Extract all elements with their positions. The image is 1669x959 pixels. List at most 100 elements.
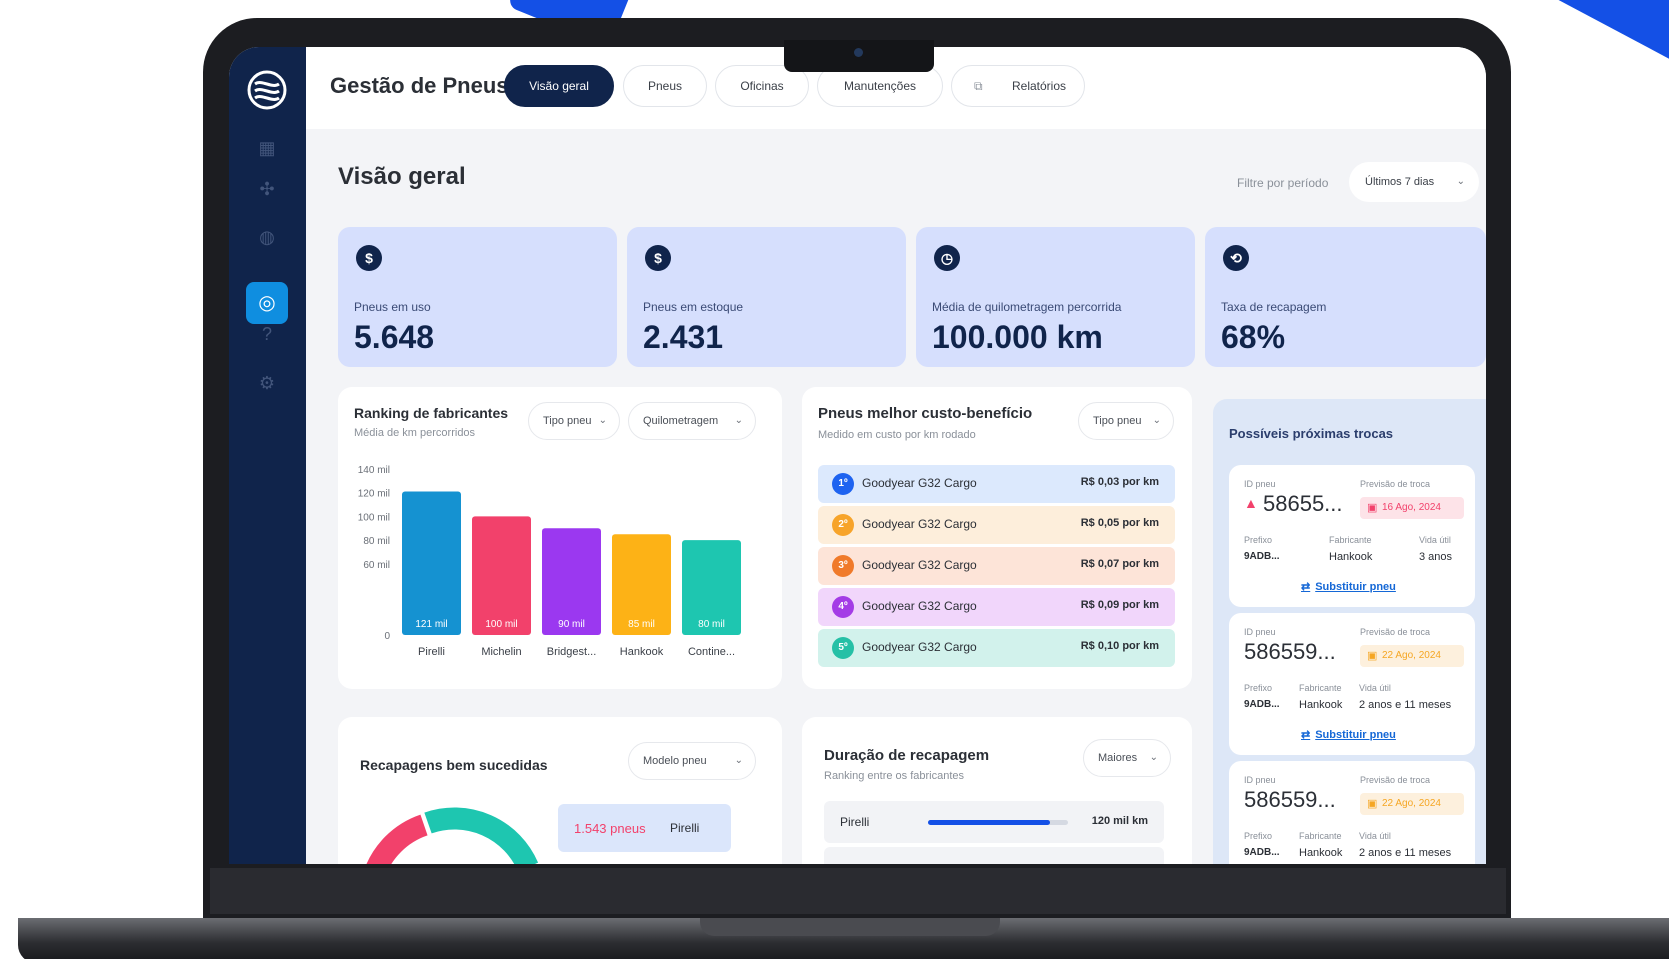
alert-triangle-icon: ▲ [1244, 495, 1258, 511]
laptop-hinge-notch [700, 918, 1000, 936]
tire-icon[interactable]: ◎ [246, 282, 288, 324]
replace-tire-link[interactable]: ⇄ Substituir pneu [1301, 728, 1396, 741]
donut-legend: 1.543 pneus Pirelli [558, 804, 731, 852]
prefix-label: Prefixo [1244, 683, 1273, 693]
rank-badge: 3º [832, 555, 854, 577]
forecast-date-value: 22 Ago, 2024 [1382, 650, 1441, 661]
tire-id-value: 58655... [1263, 491, 1343, 516]
legend-value: 1.543 pneus [574, 821, 646, 836]
swap-icon: ⇄ [1301, 729, 1311, 741]
tire-model-name: Goodyear G32 Cargo [862, 599, 977, 613]
app-title: Gestão de Pneus [330, 73, 509, 98]
recap-success-card: Recapagens bem sucedidas Modelo pneu ⌄ 1… [338, 717, 782, 864]
chevron-down-icon: ⌄ [1456, 176, 1465, 187]
kpi-card: ◷ Média de quilometragem percorrida 100.… [916, 227, 1195, 367]
duration-bar-fill [928, 820, 1050, 825]
maker-value: Hankook [1299, 699, 1343, 711]
cost-benefit-card: Pneus melhor custo-benefício Medido em c… [802, 387, 1192, 689]
lifespan-label: Vida útil [1359, 683, 1391, 693]
rank-badge: 1º [832, 473, 854, 495]
cost-per-km: R$ 0,03 por km [1080, 476, 1159, 488]
cost-benefit-title: Pneus melhor custo-benefício [818, 405, 1033, 422]
y-tick-label: 80 mil [363, 536, 390, 547]
maker-label: Fabricante [1299, 683, 1342, 693]
tools-icon[interactable]: ✣ [255, 177, 279, 201]
dashboard-icon[interactable]: ▦ [255, 136, 279, 160]
recap-icon: ⟲ [1223, 245, 1249, 271]
bar[interactable] [472, 516, 531, 635]
calendar-icon: ▣ [1367, 502, 1378, 514]
period-filter-select[interactable]: Últimos 7 dias ⌄ [1349, 162, 1479, 202]
cost-benefit-row[interactable]: 3º Goodyear G32 Cargo R$ 0,07 por km [818, 547, 1175, 585]
lifespan-value: 2 anos e 11 meses [1359, 847, 1452, 859]
maker-label: Fabricante [1329, 535, 1372, 545]
bar-value-label: 80 mil [698, 619, 725, 630]
external-link-icon: ⧉ [974, 79, 983, 93]
forecast-date: ▣ 22 Ago, 2024 [1360, 645, 1464, 667]
chevron-down-icon: ⌄ [1152, 415, 1161, 426]
tab-relatorios[interactable]: ⧉ Relatórios [951, 65, 1085, 107]
settings-icon[interactable]: ⚙ [255, 371, 279, 395]
dollar-icon: $ [645, 245, 671, 271]
globe-icon[interactable]: ◍ [255, 225, 279, 249]
y-tick-label: 120 mil [358, 489, 390, 500]
replace-tire-link[interactable]: ⇄ Substituir pneu [1301, 580, 1396, 593]
next-changes-title: Possíveis próximas trocas [1229, 426, 1394, 441]
cost-benefit-row[interactable]: 2º Goodyear G32 Cargo R$ 0,05 por km [818, 506, 1175, 544]
dollar-icon: $ [356, 245, 382, 271]
kpi-card: ⟲ Taxa de recapagem 68% [1205, 227, 1486, 367]
forecast-date: ▣ 16 Ago, 2024 [1360, 497, 1464, 519]
cost-benefit-row[interactable]: 5º Goodyear G32 Cargo R$ 0,10 por km [818, 629, 1175, 667]
next-change-card: ID pneu Previsão de troca 586559... ▣ 22 Ago… [1229, 761, 1475, 864]
lifespan-label: Vida útil [1359, 831, 1391, 841]
calendar-icon: ▣ [1367, 650, 1378, 662]
prefix-label: Prefixo [1244, 535, 1273, 545]
kpi-value: 5.648 [354, 319, 435, 355]
kpi-label: Pneus em uso [354, 300, 431, 314]
duration-row-value: 120 mil km [1091, 815, 1148, 827]
bar-value-label: 100 mil [485, 619, 517, 630]
kpi-card: $ Pneus em uso 5.648 [338, 227, 617, 367]
help-icon[interactable]: ? [255, 322, 279, 346]
forecast-date: ▣ 22 Ago, 2024 [1360, 793, 1464, 815]
tire-model-filter[interactable]: Modelo pneu ⌄ [628, 742, 756, 780]
tab-visao-geral[interactable]: Visão geral [504, 65, 614, 107]
tire-id-value: 586559... [1244, 787, 1336, 812]
recap-duration-title: Duração de recapagem [824, 747, 990, 764]
prefix-value: 9ADB... [1244, 847, 1280, 858]
sort-filter-label: Maiores [1098, 752, 1138, 764]
recap-duration-card: Duração de recapagem Ranking entre os fa… [802, 717, 1192, 864]
bar[interactable] [402, 491, 461, 635]
app-screen: ▦ ✣ ◍ ◎ ? ⚙ Gestão de Pneus Visão geral … [229, 47, 1486, 864]
sort-filter[interactable]: Maiores ⌄ [1083, 739, 1171, 777]
period-filter-label: Filtre por período [1237, 176, 1329, 190]
tire-model-name: Goodyear G32 Cargo [862, 476, 977, 490]
tire-model-filter-label: Modelo pneu [643, 755, 707, 767]
tab-pneus[interactable]: Pneus [623, 65, 707, 107]
replace-tire-label: Substituir pneu [1315, 581, 1396, 593]
kpi-label: Pneus em estoque [643, 300, 744, 314]
y-tick-label: 140 mil [358, 465, 390, 476]
y-tick-label: 60 mil [363, 560, 390, 571]
page-title: Visão geral [338, 163, 466, 190]
app-logo-icon[interactable] [246, 69, 288, 111]
legend-name: Pirelli [670, 821, 700, 835]
tire-type-filter[interactable]: Tipo pneu ⌄ [1078, 402, 1174, 440]
y-tick-label: 100 mil [358, 512, 390, 523]
tire-id-label: ID pneu [1244, 479, 1276, 489]
cost-benefit-row[interactable]: 1º Goodyear G32 Cargo R$ 0,03 por km [818, 465, 1175, 503]
laptop-chin [210, 868, 1506, 914]
ranking-card: Ranking de fabricantes Média de km perco… [338, 387, 782, 689]
cost-per-km: R$ 0,10 por km [1080, 640, 1159, 652]
rank-badge: 4º [832, 596, 854, 618]
period-filter-value: Últimos 7 dias [1365, 176, 1435, 188]
lifespan-value: 2 anos e 11 meses [1359, 699, 1452, 711]
tire-id-label: ID pneu [1244, 627, 1276, 637]
donut-slice-red [366, 814, 428, 864]
calendar-icon: ▣ [1367, 798, 1378, 810]
cost-benefit-row[interactable]: 4º Goodyear G32 Cargo R$ 0,09 por km [818, 588, 1175, 626]
recap-duration-subtitle: Ranking entre os fabricantes [824, 770, 965, 782]
duration-row-name: Pirelli [840, 815, 870, 829]
camera-notch [784, 40, 934, 72]
rank-badge: 2º [832, 514, 854, 536]
